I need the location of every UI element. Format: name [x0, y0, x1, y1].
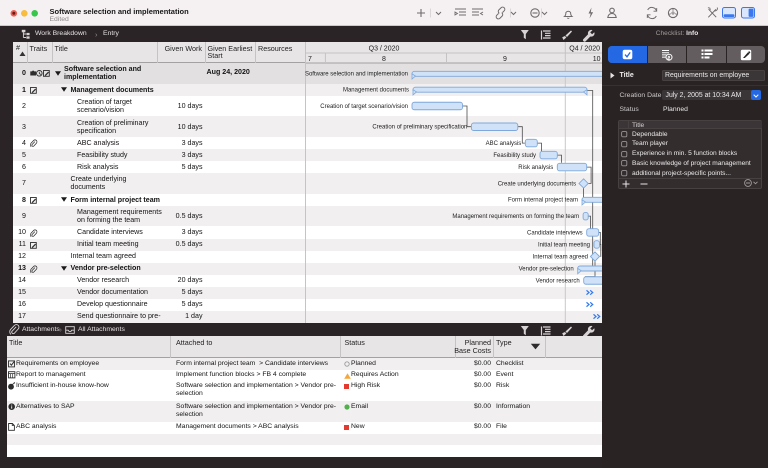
svg-text:Create underlying documents: Create underlying documents: [498, 181, 576, 187]
svg-text:Management documents: Management documents: [343, 88, 409, 94]
svg-text:Q3 / 2020: Q3 / 2020: [369, 46, 400, 53]
svg-text:8: 8: [382, 56, 386, 63]
svg-text:Q4 / 2020: Q4 / 2020: [569, 46, 600, 53]
svg-text:Vendor pre-selection: Vendor pre-selection: [519, 266, 574, 272]
svg-text:Candidate interviews: Candidate interviews: [527, 230, 583, 236]
svg-text:Internal team agreed: Internal team agreed: [533, 254, 588, 260]
svg-text:Vendor research: Vendor research: [536, 278, 580, 284]
svg-text:Initial team meeting: Initial team meeting: [538, 242, 590, 248]
svg-text:7: 7: [308, 56, 312, 63]
svg-text:10: 10: [593, 56, 601, 63]
svg-text:Feasibility study: Feasibility study: [493, 153, 536, 159]
svg-text:Creation of preliminary specif: Creation of preliminary specification: [372, 125, 467, 131]
svg-text:Software selection and impleme: Software selection and implementation: [305, 72, 408, 78]
svg-text:Management requirements on for: Management requirements on forming the t…: [452, 214, 579, 220]
svg-text:Risk analysis: Risk analysis: [518, 165, 553, 171]
svg-text:9: 9: [503, 56, 507, 63]
svg-text:ABC analysis: ABC analysis: [486, 141, 522, 147]
svg-text:Form internal project team: Form internal project team: [508, 198, 578, 204]
svg-text:Creation of target scenario/vi: Creation of target scenario/vision: [320, 104, 408, 110]
